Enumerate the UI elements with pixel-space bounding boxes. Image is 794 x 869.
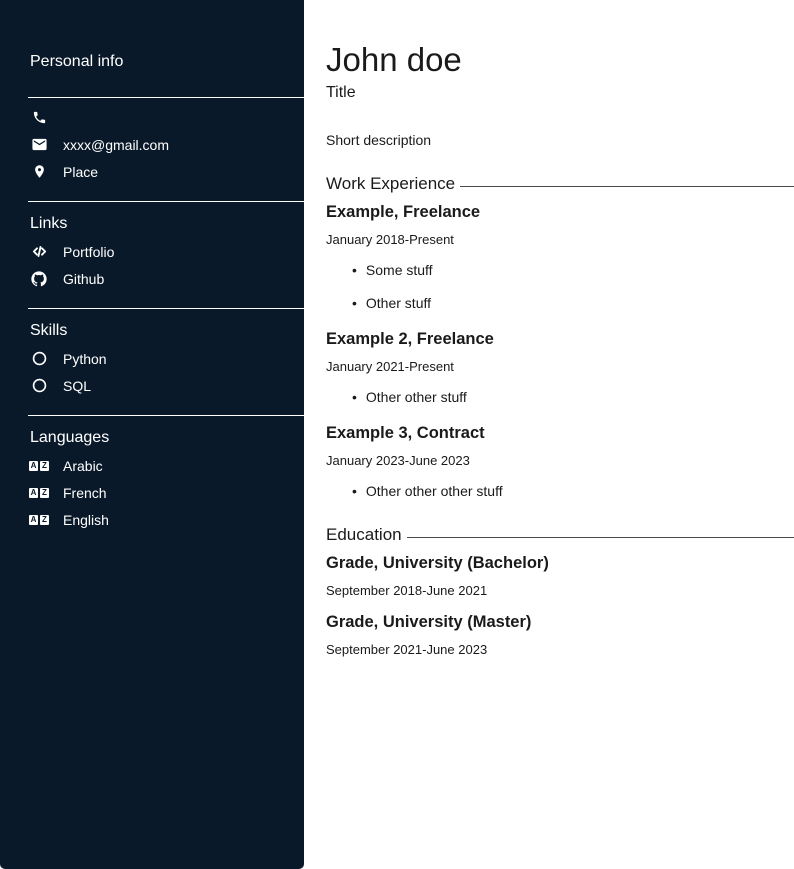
- bullet-list: • Other other other stuff: [326, 484, 794, 499]
- section-rule: [407, 537, 794, 538]
- sidebar-section-skills: Skills Python SQL: [0, 308, 304, 399]
- sidebar-item-portfolio[interactable]: Portfolio: [30, 238, 304, 265]
- entry-example-2-freelance: Example 2, Freelance January 2021-Present…: [326, 329, 794, 405]
- github-icon: [30, 271, 48, 287]
- sidebar-heading-languages: Languages: [30, 428, 304, 448]
- phone-icon: [30, 110, 48, 125]
- entry-period: September 2018-June 2021: [326, 583, 794, 598]
- sidebar-item-list: xxxx@gmail.com Place: [0, 104, 304, 185]
- bullet-item: • Other stuff: [352, 296, 794, 311]
- email-icon: [30, 136, 48, 153]
- job-title: Title: [326, 82, 794, 104]
- sidebar-item-label: Arabic: [63, 458, 103, 474]
- entry-title: Example 2, Freelance: [326, 329, 794, 349]
- entry-grade-university-bachelor: Grade, University (Bachelor) September 20…: [326, 553, 794, 598]
- bullet-dot: •: [352, 390, 357, 405]
- sidebar-item-label: xxxx@gmail.com: [63, 137, 169, 153]
- translate-icon: AZ: [30, 461, 48, 471]
- entry-period: January 2021-Present: [326, 359, 794, 374]
- sidebar-item-xxxx-gmail-com: xxxx@gmail.com: [30, 131, 304, 158]
- section-education: Education Grade, University (Bachelor) Sep…: [326, 525, 794, 657]
- sidebar-item-label: Github: [63, 271, 104, 287]
- main-content: John doe Title Short description Work Ex…: [304, 0, 794, 869]
- entry-period: January 2018-Present: [326, 232, 794, 247]
- translate-icon: AZ: [30, 515, 48, 525]
- person-name: John doe: [326, 40, 794, 79]
- bullet-text: Other other other stuff: [366, 484, 503, 499]
- bullet-dot: •: [352, 263, 357, 278]
- sidebar-item-label: Python: [63, 351, 107, 367]
- entry-example-3-contract: Example 3, Contract January 2023-June 202…: [326, 423, 794, 499]
- sidebar-item-python: Python: [30, 345, 304, 372]
- code-icon: [30, 243, 48, 260]
- bullet-text: Other stuff: [366, 296, 431, 311]
- bullet-list: • Some stuff • Other stuff: [326, 263, 794, 311]
- bullet-list: • Other other stuff: [326, 390, 794, 405]
- bullet-text: Some stuff: [366, 263, 433, 278]
- sidebar-section-personal-info: Personal info xxxx@gmail.com Place: [0, 52, 304, 185]
- entry-title: Example 3, Contract: [326, 423, 794, 443]
- section-divider: [28, 308, 304, 309]
- circle-icon: [30, 378, 48, 393]
- section-rule: [460, 186, 794, 187]
- entry-list: Grade, University (Bachelor) September 20…: [326, 553, 794, 657]
- sidebar-item-label: SQL: [63, 378, 91, 394]
- entry-period: January 2023-June 2023: [326, 453, 794, 468]
- sidebar-item-sql: SQL: [30, 372, 304, 399]
- bullet-dot: •: [352, 484, 357, 499]
- section-header-education: Education: [326, 525, 794, 545]
- sidebar-item-github[interactable]: Github: [30, 265, 304, 292]
- sidebar-heading-personal-info: Personal info: [30, 52, 304, 72]
- sidebar-section-languages: Languages AZ Arabic AZ French AZ English: [0, 415, 304, 533]
- circle-icon: [30, 351, 48, 366]
- section-divider: [28, 415, 304, 416]
- sidebar-item-list: Portfolio Github: [0, 238, 304, 292]
- entry-title: Grade, University (Bachelor): [326, 553, 794, 573]
- sidebar: Personal info xxxx@gmail.com Place Links Por…: [0, 0, 304, 869]
- sidebar-item-label: French: [63, 485, 107, 501]
- sidebar-item-phone: [30, 104, 304, 131]
- bullet-text: Other other stuff: [366, 390, 467, 405]
- entry-example-freelance: Example, Freelance January 2018-Present • S…: [326, 202, 794, 311]
- sidebar-item-place: Place: [30, 158, 304, 185]
- place-icon: [30, 164, 48, 179]
- section-divider: [28, 201, 304, 202]
- sidebar-item-label: Place: [63, 164, 98, 180]
- sidebar-heading-skills: Skills: [30, 321, 304, 341]
- sidebar-item-list: AZ Arabic AZ French AZ English: [0, 452, 304, 533]
- translate-icon: AZ: [30, 488, 48, 498]
- sidebar-item-english: AZ English: [30, 506, 304, 533]
- section-heading: Work Experience: [326, 174, 455, 194]
- sidebar-heading-links: Links: [30, 214, 304, 234]
- bullet-item: • Other other stuff: [352, 390, 794, 405]
- sidebar-item-label: English: [63, 512, 109, 528]
- section-header-work-experience: Work Experience: [326, 174, 794, 194]
- entry-title: Example, Freelance: [326, 202, 794, 222]
- sidebar-item-french: AZ French: [30, 479, 304, 506]
- bullet-item: • Other other other stuff: [352, 484, 794, 499]
- section-heading: Education: [326, 525, 402, 545]
- section-work-experience: Work Experience Example, Freelance January…: [326, 174, 794, 499]
- bullet-dot: •: [352, 296, 357, 311]
- sidebar-item-arabic: AZ Arabic: [30, 452, 304, 479]
- entry-period: September 2021-June 2023: [326, 642, 794, 657]
- bullet-item: • Some stuff: [352, 263, 794, 278]
- entry-title: Grade, University (Master): [326, 612, 794, 632]
- resume-page: Personal info xxxx@gmail.com Place Links Por…: [0, 0, 794, 869]
- sidebar-section-links: Links Portfolio Github: [0, 201, 304, 292]
- entry-list: Example, Freelance January 2018-Present • S…: [326, 202, 794, 499]
- short-description: Short description: [326, 132, 794, 148]
- resume-sections: Work Experience Example, Freelance January…: [326, 174, 794, 657]
- sidebar-item-list: Python SQL: [0, 345, 304, 399]
- entry-grade-university-master: Grade, University (Master) September 2021…: [326, 612, 794, 657]
- section-divider: [28, 97, 304, 98]
- sidebar-item-label: Portfolio: [63, 244, 114, 260]
